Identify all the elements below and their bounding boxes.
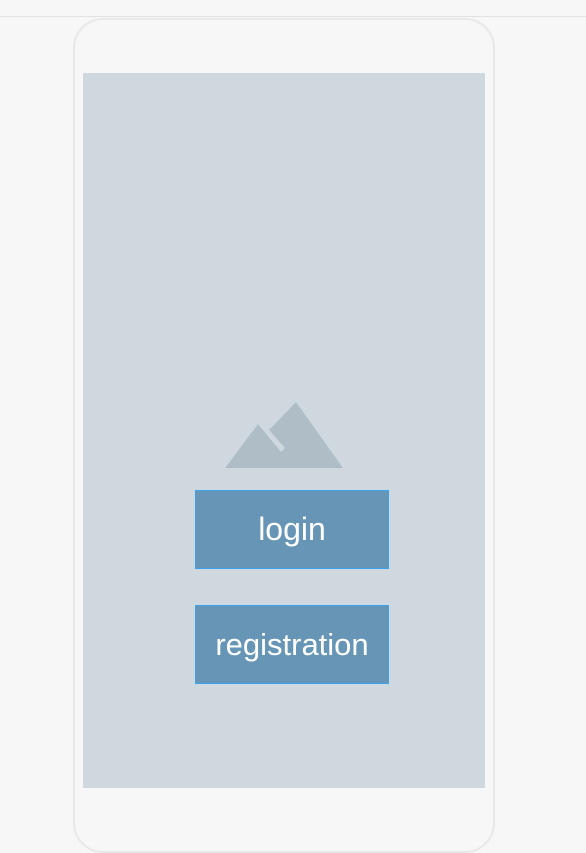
top-divider [0, 16, 586, 17]
login-button[interactable]: login [195, 490, 389, 569]
login-button-label: login [258, 511, 326, 547]
mountain-image-icon [225, 402, 343, 468]
registration-button[interactable]: registration [195, 605, 389, 684]
registration-button-label: registration [215, 626, 369, 662]
